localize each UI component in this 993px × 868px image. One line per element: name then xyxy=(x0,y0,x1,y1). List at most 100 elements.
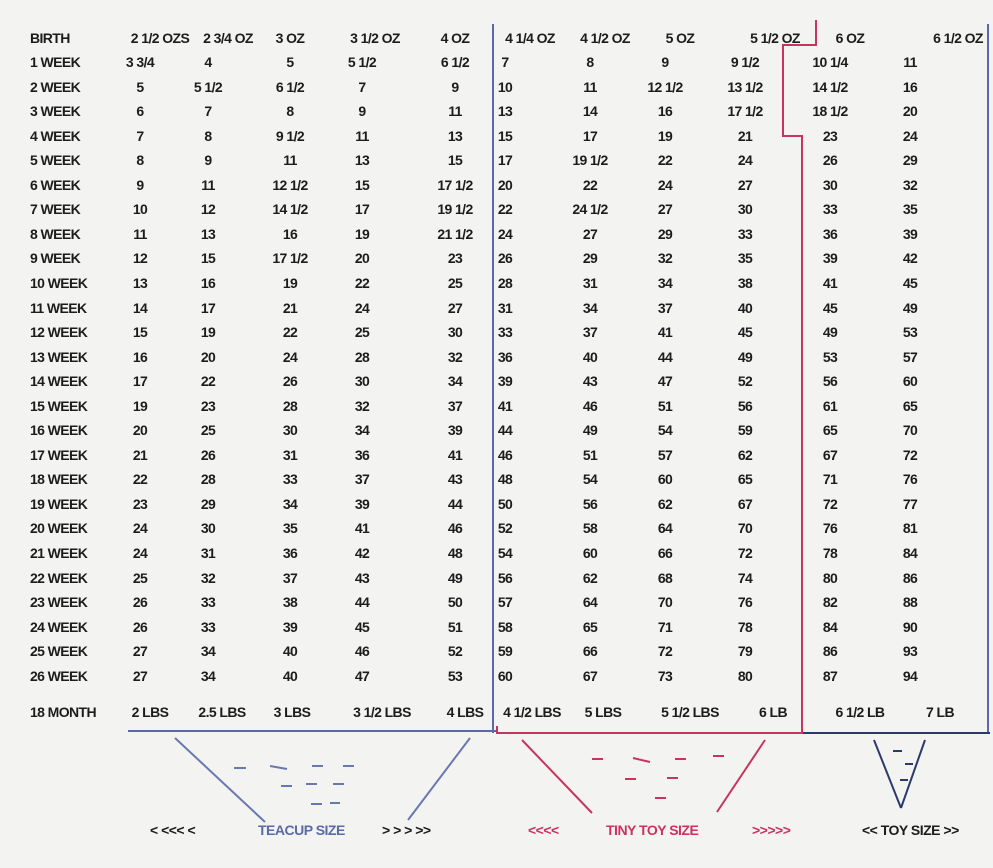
weight-cell: 19 1/2 xyxy=(437,201,473,218)
weight-cell: 21 xyxy=(737,127,753,144)
weight-cell: 8 xyxy=(286,103,294,120)
weight-cell: 10 xyxy=(497,78,513,95)
weight-cell: 16 xyxy=(200,274,216,291)
weight-cell: 78 xyxy=(822,545,838,561)
weight-cell: 81 xyxy=(902,520,918,537)
weight-cell: 30 xyxy=(282,422,298,439)
weight-cell: 21 xyxy=(282,299,298,316)
weight-cell: 9 1/2 xyxy=(275,127,305,144)
weight-cell: 86 xyxy=(902,569,918,586)
weight-cell: 62 xyxy=(582,569,598,586)
weight-cell: 22 xyxy=(657,152,673,169)
weight-cell: 70 xyxy=(737,520,753,537)
weight-cell: 60 xyxy=(657,471,673,488)
weight-cell: 53 xyxy=(822,348,838,365)
weight-cell: 32 xyxy=(657,250,673,267)
weight-cell: 42 xyxy=(354,545,370,561)
weight-cell: 76 xyxy=(902,471,918,488)
weight-cell: 12 xyxy=(200,201,216,218)
weight-cell: 49 xyxy=(447,569,463,586)
weight-cell: 35 xyxy=(282,520,298,537)
weight-cell: 14 xyxy=(132,299,148,316)
weight-cell: 31 xyxy=(200,545,216,561)
weight-cell: 78 xyxy=(737,618,753,635)
weight-cell: 90 xyxy=(902,618,918,635)
weight-cell: 7 xyxy=(204,103,212,120)
final-weight-cell: 7 LB xyxy=(926,704,955,720)
weight-cell: 25 xyxy=(447,274,463,291)
weight-cell: 50 xyxy=(497,495,513,512)
weight-cell: 22 xyxy=(497,201,513,218)
weight-cell: 41 xyxy=(447,446,463,463)
weight-cell: 12 1/2 xyxy=(647,78,683,95)
weight-cell: 28 xyxy=(282,397,298,414)
toy-size-label: << TOY SIZE >> xyxy=(862,822,959,838)
weight-cell: 94 xyxy=(902,667,918,684)
weight-cell: 67 xyxy=(582,667,598,684)
weight-cell: 49 xyxy=(737,348,753,365)
row-label: 2 WEEK xyxy=(30,78,81,95)
weight-cell: 80 xyxy=(822,569,838,586)
weight-cell: 11 xyxy=(583,78,597,95)
weight-cell: 10 xyxy=(132,201,148,218)
weight-cell: 9 xyxy=(358,103,366,120)
tiny-toy-size-label: TINY TOY SIZE xyxy=(606,822,699,838)
final-weight-cell: 6 1/2 LB xyxy=(835,704,885,720)
weight-cell: 25 xyxy=(354,324,370,341)
weight-cell: 31 xyxy=(582,274,598,291)
weight-cell: 59 xyxy=(497,643,513,660)
weight-cell: 26 xyxy=(132,618,148,635)
weight-cell: 45 xyxy=(822,299,838,316)
weight-cell: 5 1/2 xyxy=(347,54,377,70)
weight-cell: 12 xyxy=(132,250,148,267)
weight-cell: 24 xyxy=(132,545,148,561)
row-label: 4 WEEK xyxy=(30,127,81,144)
weight-cell: 39 xyxy=(447,422,463,439)
tiny-toy-funnel-icon xyxy=(521,739,766,814)
weight-cell: 15 xyxy=(200,250,216,267)
weight-cell: 47 xyxy=(354,667,370,684)
weight-cell: 50 xyxy=(447,594,463,611)
weight-cell: 41 xyxy=(657,324,673,341)
final-weight-cell: 5 1/2 LBS xyxy=(661,704,719,720)
weight-cell: 37 xyxy=(354,471,370,488)
weight-cell: 36 xyxy=(354,446,370,463)
weight-cell: 17 xyxy=(497,152,513,169)
weight-cell: 72 xyxy=(822,495,838,512)
weight-cell: 20 xyxy=(902,103,918,120)
weight-cell: 24 1/2 xyxy=(572,201,608,218)
weight-cell: 56 xyxy=(737,397,753,414)
weight-cell: 35 xyxy=(902,201,918,218)
weight-cell: 65 xyxy=(737,471,753,488)
header-cell: 6 1/2 OZ xyxy=(933,30,983,46)
weight-cell: 40 xyxy=(282,643,298,660)
weight-cell: 57 xyxy=(497,594,513,611)
group-bracket-lines xyxy=(128,20,990,823)
weight-cell: 8 xyxy=(586,54,594,70)
weight-cell: 34 xyxy=(354,422,370,439)
weight-cell: 24 xyxy=(282,348,298,365)
weight-cell: 70 xyxy=(902,422,918,439)
row-label: 6 WEEK xyxy=(30,176,81,193)
weight-cell: 27 xyxy=(657,201,673,218)
weight-cell: 84 xyxy=(902,545,918,561)
weight-cell: 29 xyxy=(902,152,918,169)
weight-cell: 13 xyxy=(497,103,513,120)
weight-cell: 58 xyxy=(497,618,513,635)
weight-cell: 44 xyxy=(354,594,370,611)
row-label: 15 WEEK xyxy=(30,397,88,414)
weight-cell: 30 xyxy=(737,201,753,218)
weight-cell: 29 xyxy=(657,225,673,242)
weight-cell: 71 xyxy=(657,618,673,635)
weight-cell: 20 xyxy=(354,250,370,267)
weight-cell: 27 xyxy=(132,643,148,660)
weight-cell: 62 xyxy=(737,446,753,463)
weight-cell: 54 xyxy=(497,545,513,561)
weight-cell: 39 xyxy=(902,225,918,242)
weight-cell: 93 xyxy=(902,643,918,660)
teacup-size-label: TEACUP SIZE xyxy=(258,822,345,838)
teacup-right-arrows: > > > >> xyxy=(382,822,431,838)
weight-cell: 15 xyxy=(132,324,148,341)
weight-cell: 14 xyxy=(582,103,598,120)
weight-cell: 23 xyxy=(132,495,148,512)
